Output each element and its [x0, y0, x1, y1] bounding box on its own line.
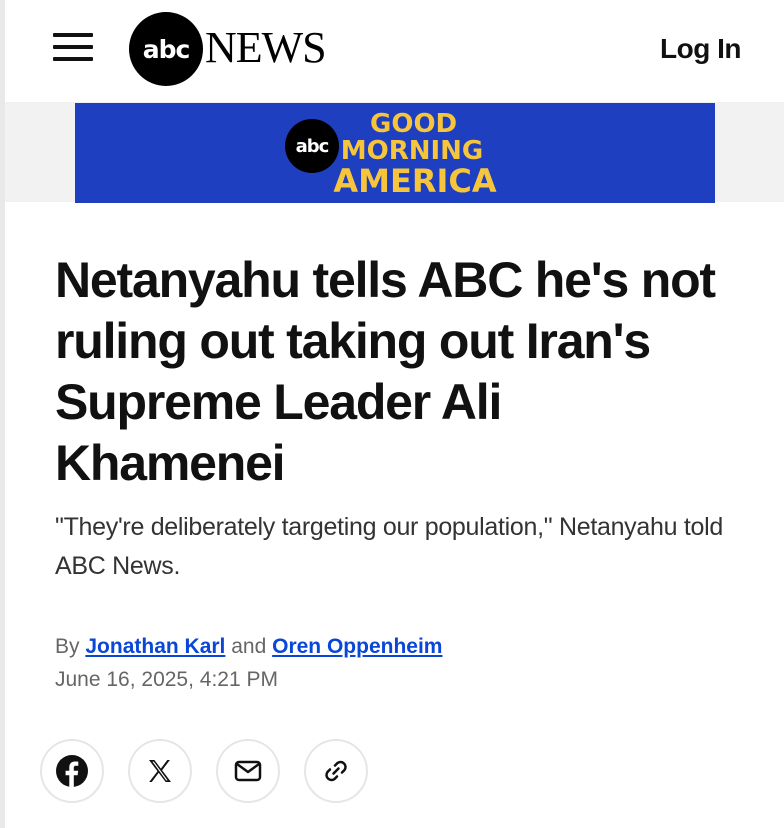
abc-news-logo[interactable]: abc NEWS — [129, 12, 359, 86]
byline: By Jonathan Karl and Oren Oppenheim — [55, 633, 442, 661]
share-email-button[interactable] — [216, 739, 280, 803]
gma-line-morning: MORNING — [340, 136, 484, 166]
publish-date: June 16, 2025, 4:21 PM — [55, 668, 278, 691]
site-header: abc NEWS Log In — [5, 0, 784, 102]
link-icon — [325, 760, 347, 782]
gma-line-america: AMERICA — [333, 162, 497, 200]
share-facebook-button[interactable] — [40, 739, 104, 803]
byline-conjunction: and — [231, 635, 267, 658]
menu-bar — [53, 33, 93, 37]
abc-logo-badge: abc — [129, 12, 203, 86]
email-icon — [234, 760, 262, 782]
menu-bar — [53, 57, 93, 61]
gma-line-good: GOOD — [370, 109, 458, 139]
share-link-button[interactable] — [304, 739, 368, 803]
gma-banner[interactable]: abc GOOD MORNING AMERICA — [75, 103, 715, 203]
menu-bar — [53, 45, 93, 49]
share-x-button[interactable] — [128, 739, 192, 803]
facebook-icon — [56, 755, 88, 787]
news-wordmark: NEWS — [205, 23, 327, 72]
login-button[interactable]: Log In — [660, 33, 741, 65]
byline-prefix: By — [55, 635, 80, 658]
x-icon — [149, 760, 171, 782]
article-subhead: "They're deliberately targeting our popu… — [55, 513, 723, 580]
author-link-jonathan-karl[interactable]: Jonathan Karl — [85, 635, 225, 658]
menu-icon[interactable] — [53, 29, 95, 65]
author-link-oren-oppenheim[interactable]: Oren Oppenheim — [272, 635, 442, 658]
article-headline: Netanyahu tells ABC he's not ruling out … — [55, 252, 716, 491]
